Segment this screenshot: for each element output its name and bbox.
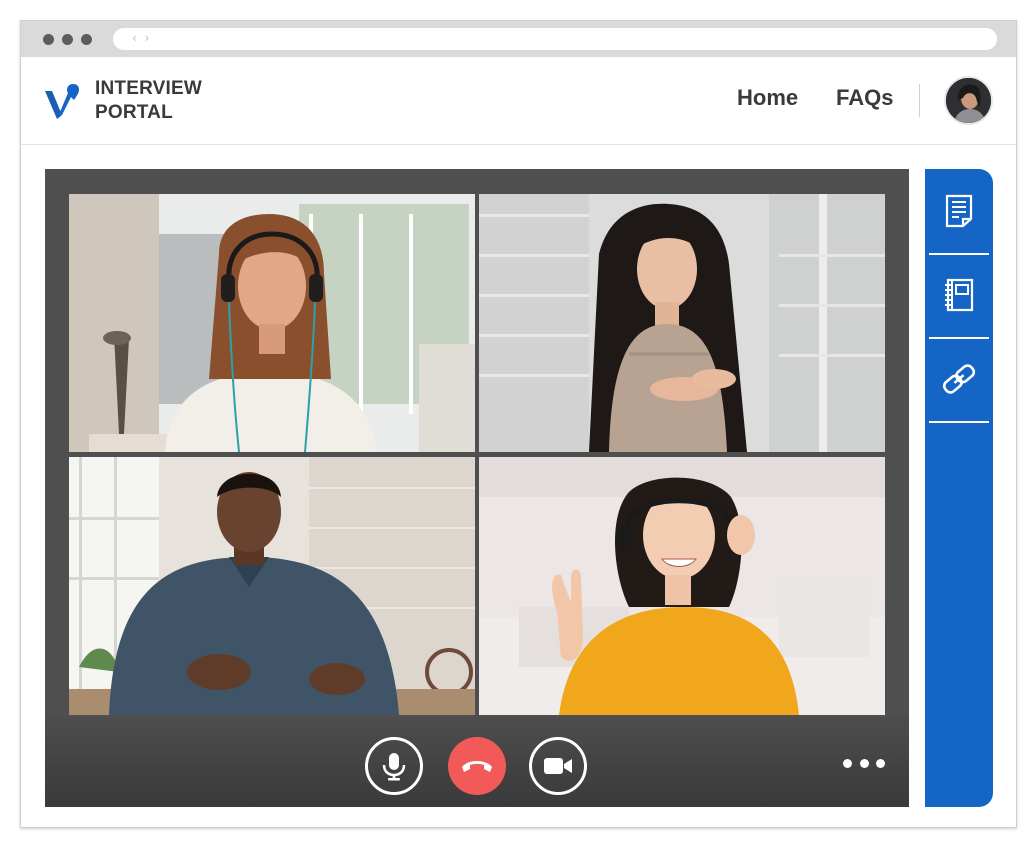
window-dot-icon[interactable] (62, 34, 73, 45)
participant-tile-2[interactable] (479, 194, 885, 452)
notebook-icon (945, 278, 974, 312)
call-controls-bar (45, 717, 909, 807)
participant-video-3 (69, 457, 475, 715)
video-call-panel (45, 169, 909, 807)
browser-toolbar: ‹ › (21, 21, 1016, 57)
video-camera-icon (544, 758, 572, 774)
side-toolbar (925, 169, 993, 807)
participant-tile-4[interactable] (479, 457, 885, 715)
participant-video-4 (479, 457, 885, 715)
participant-video-2 (479, 194, 885, 452)
brand-name: INTERVIEW PORTAL (95, 77, 202, 125)
phone-hangup-icon (462, 761, 492, 772)
side-link-button[interactable] (925, 337, 993, 421)
window-dot-icon[interactable] (43, 34, 54, 45)
more-horizontal-icon (843, 758, 852, 768)
brand-line-2: PORTAL (95, 102, 173, 123)
avatar-photo (946, 78, 991, 123)
more-horizontal-icon (876, 758, 885, 768)
microphone-button[interactable] (365, 737, 423, 795)
side-divider (929, 421, 989, 423)
back-forward-icon[interactable]: ‹ › (132, 31, 151, 45)
document-icon (945, 194, 973, 228)
participant-tile-3[interactable] (69, 457, 475, 715)
user-avatar[interactable] (944, 76, 993, 125)
browser-window: ‹ › INTERVIEW PORTAL Home FAQs (20, 20, 1017, 828)
participant-tile-1[interactable] (69, 194, 475, 452)
portal-logo-icon (45, 84, 79, 119)
window-dot-icon[interactable] (81, 34, 92, 45)
link-icon (942, 364, 976, 394)
microphone-icon (382, 753, 406, 781)
more-horizontal-icon (859, 758, 869, 768)
side-document-button[interactable] (925, 169, 993, 253)
nav-home-link[interactable]: Home (737, 85, 798, 111)
more-options-button[interactable] (843, 755, 885, 771)
nav-divider (919, 84, 920, 117)
brand-line-1: INTERVIEW (95, 78, 203, 99)
address-bar[interactable]: ‹ › (113, 28, 997, 50)
end-call-button[interactable] (448, 737, 506, 795)
app-header: INTERVIEW PORTAL Home FAQs (21, 57, 1016, 145)
side-notebook-button[interactable] (925, 253, 993, 337)
nav-faqs-link[interactable]: FAQs (836, 85, 893, 111)
participant-video-1 (69, 194, 475, 452)
camera-button[interactable] (529, 737, 587, 795)
